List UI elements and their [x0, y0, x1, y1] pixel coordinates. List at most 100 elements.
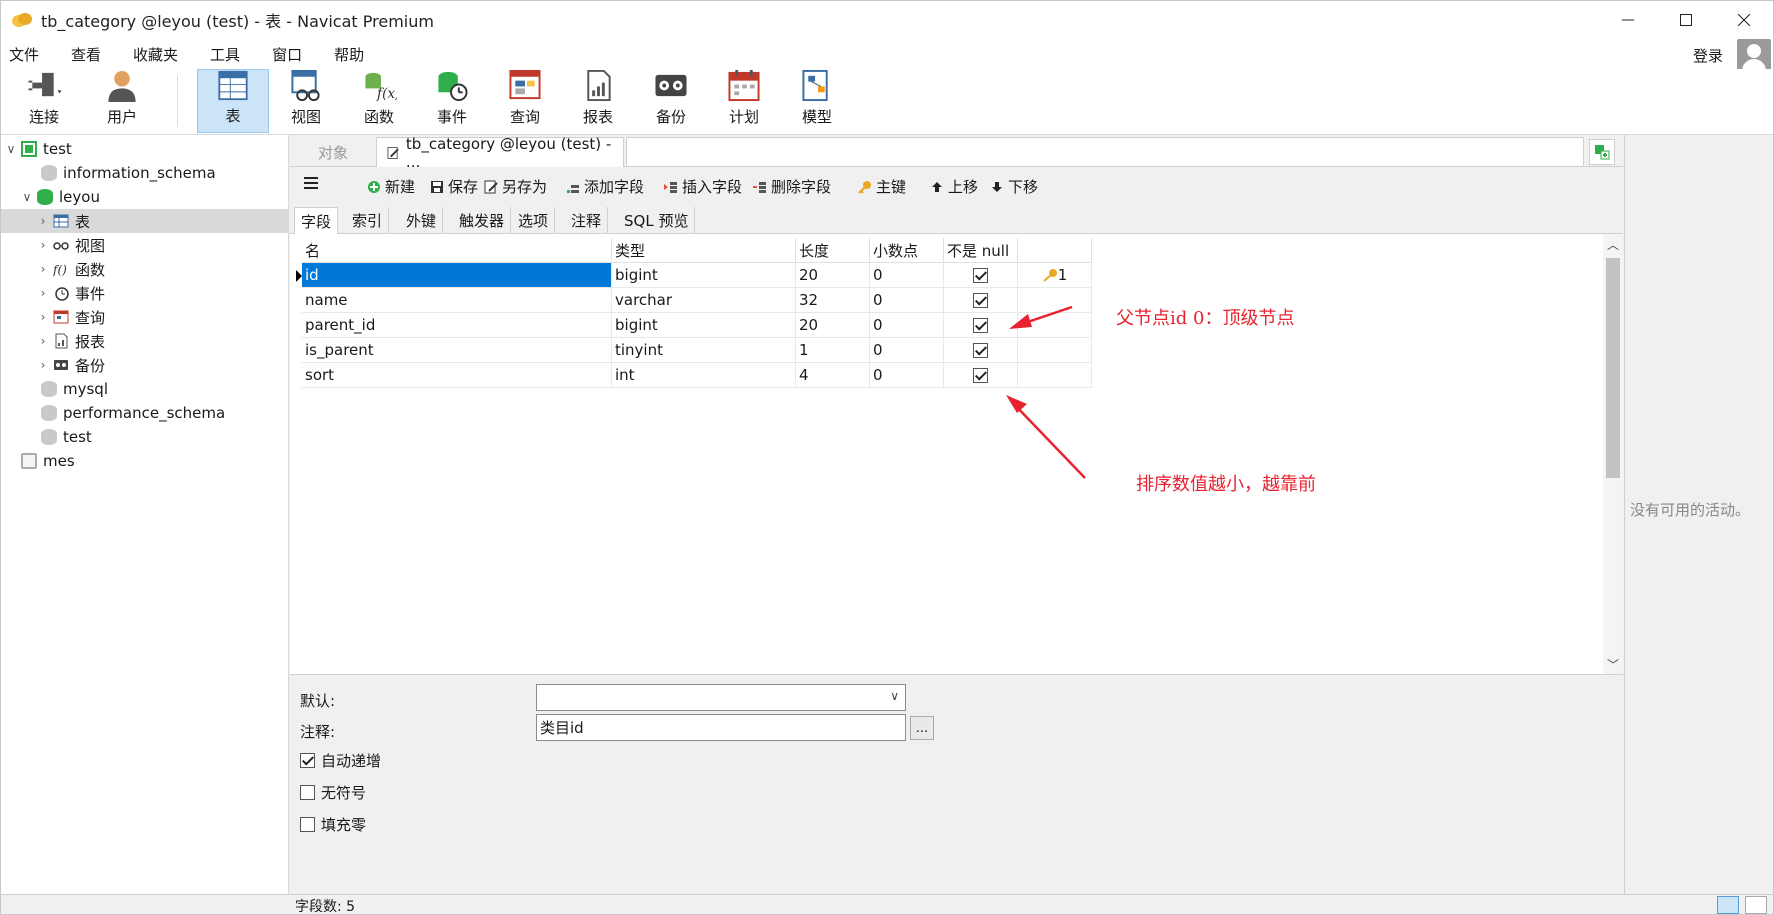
toolbar-table-label: 表	[225, 107, 241, 125]
toolbar-connect-button[interactable]: 连接	[11, 69, 77, 133]
subtab-comment[interactable]: 注释	[565, 207, 609, 234]
tree-label: 查询	[75, 308, 106, 327]
tree-db-information-schema[interactable]: information_schema	[39, 161, 216, 185]
save-as-button[interactable]: 另存为	[484, 176, 547, 197]
subtab-triggers[interactable]: 触发器	[453, 207, 512, 234]
save-icon	[431, 180, 443, 193]
tree-item-reports[interactable]: › 报表	[35, 329, 105, 353]
menu-window[interactable]: 窗口	[264, 44, 316, 65]
maximize-button[interactable]	[1657, 1, 1715, 39]
new-tab-button[interactable]	[1589, 139, 1615, 165]
layout-toggle-right-icon[interactable]	[1745, 896, 1767, 914]
tree-connection-test[interactable]: ∨ test	[3, 137, 72, 161]
chevron-right-icon[interactable]: ›	[35, 262, 51, 276]
chevron-right-icon[interactable]: ›	[35, 214, 51, 228]
chevron-down-icon[interactable]: ∨	[3, 142, 19, 156]
chevron-right-icon[interactable]: ›	[35, 310, 51, 324]
tree-item-views[interactable]: › 视图	[35, 233, 105, 257]
toolbar-view-button[interactable]: 视图	[271, 69, 341, 133]
comment-input[interactable]: 类目id	[536, 714, 906, 741]
menu-view[interactable]: 查看	[63, 44, 115, 65]
scroll-down-icon[interactable]: ﹀	[1603, 654, 1623, 674]
main-toolbar: 连接 用户 表 视图 f(x)	[1, 69, 1773, 135]
subtab-foreign-keys[interactable]: 外键	[400, 207, 444, 234]
save-button[interactable]: 保存	[430, 176, 478, 197]
annotation-arrows	[1006, 305, 1086, 479]
login-link[interactable]: 登录	[1693, 45, 1723, 66]
delete-field-button[interactable]: 删除字段	[753, 176, 831, 197]
zerofill-option[interactable]: 填充零	[300, 814, 366, 835]
scroll-up-icon[interactable]: ︿	[1603, 234, 1623, 254]
menu-file[interactable]: 文件	[1, 44, 53, 65]
chevron-right-icon[interactable]: ›	[35, 358, 51, 372]
menu-tools[interactable]: 工具	[202, 44, 254, 65]
default-value-select[interactable]: ∨	[536, 684, 906, 711]
tree-label: performance_schema	[63, 404, 226, 422]
save-as-icon	[484, 180, 498, 193]
tree-item-queries[interactable]: › 查询	[35, 305, 105, 329]
subtab-options[interactable]: 选项	[512, 207, 556, 234]
insert-field-button[interactable]: 插入字段	[664, 176, 742, 197]
auto-increment-option[interactable]: 自动递增	[300, 750, 381, 771]
chevron-right-icon[interactable]: ›	[35, 334, 51, 348]
layout-toggle-left-icon[interactable]	[1717, 896, 1739, 914]
tree-db-performance-schema[interactable]: performance_schema	[39, 401, 225, 425]
new-button[interactable]: 新建	[367, 176, 415, 197]
scroll-thumb[interactable]	[1606, 258, 1620, 478]
tree-connection-mes[interactable]: mes	[19, 449, 75, 473]
hamburger-menu-button[interactable]	[304, 176, 320, 190]
minimize-icon	[1622, 19, 1634, 21]
comment-more-button[interactable]: ...	[910, 716, 934, 740]
tree-item-tables[interactable]: › 表	[1, 209, 288, 233]
tree-item-functions[interactable]: › f() 函数	[35, 257, 105, 281]
hamburger-icon	[304, 177, 318, 189]
move-down-button[interactable]: 下移	[990, 176, 1038, 197]
tree-label: 报表	[75, 332, 106, 351]
subtab-indexes[interactable]: 索引	[346, 207, 390, 234]
annotation-sort: 排序数值越小，越靠前	[1136, 474, 1316, 495]
tree-db-mysql[interactable]: mysql	[39, 377, 108, 401]
grid-vertical-scrollbar[interactable]: ︿ ﹀	[1603, 234, 1623, 674]
toolbar-event-label: 事件	[436, 108, 467, 126]
chevron-right-icon[interactable]: ›	[35, 286, 51, 300]
toolbar-model-button[interactable]: 模型	[782, 69, 852, 133]
subtab-fields[interactable]: 字段	[294, 207, 339, 234]
primary-key-button[interactable]: 主键	[858, 176, 906, 197]
chevron-down-icon[interactable]: ∨	[890, 689, 899, 703]
unsigned-checkbox[interactable]	[300, 785, 315, 800]
toolbar-event-button[interactable]: 事件	[417, 69, 487, 133]
annotation-parent-id: 父节点id 0：顶级节点	[1116, 308, 1295, 329]
tab-table-design[interactable]: tb_category @leyou (test) - ...	[376, 135, 624, 171]
avatar[interactable]	[1737, 39, 1771, 73]
chevron-down-icon[interactable]: ∨	[19, 190, 35, 204]
toolbar-schedule-button[interactable]: 计划	[709, 69, 779, 133]
toolbar-report-button[interactable]: 报表	[563, 69, 633, 133]
tree-db-test[interactable]: test	[39, 425, 92, 449]
tree-item-backups[interactable]: › 备份	[35, 353, 105, 377]
subtab-sql-preview[interactable]: SQL 预览	[618, 207, 696, 234]
toolbar-user-button[interactable]: 用户	[87, 69, 157, 133]
backup-icon	[655, 74, 687, 97]
toolbar-backup-button[interactable]: 备份	[636, 69, 706, 133]
toolbar-table-button[interactable]: 表	[197, 69, 269, 133]
svg-text:f(x): f(x)	[376, 86, 397, 102]
tree-db-leyou[interactable]: ∨ leyou	[19, 185, 100, 209]
menu-help[interactable]: 帮助	[326, 44, 378, 65]
menu-favorites[interactable]: 收藏夹	[125, 44, 192, 65]
zerofill-checkbox[interactable]	[300, 817, 315, 832]
toolbar-function-label: 函数	[363, 108, 394, 126]
minimize-button[interactable]	[1599, 1, 1657, 39]
unsigned-option[interactable]: 无符号	[300, 782, 366, 803]
toolbar-query-button[interactable]: 查询	[490, 69, 560, 133]
move-up-button[interactable]: 上移	[930, 176, 978, 197]
tab-objects[interactable]: 对象	[290, 137, 376, 167]
default-label: 默认:	[300, 692, 336, 710]
tree-item-events[interactable]: › 事件	[35, 281, 105, 305]
add-field-button[interactable]: 添加字段	[566, 176, 644, 197]
toolbar-function-button[interactable]: f(x) 函数	[344, 69, 414, 133]
close-button[interactable]	[1715, 1, 1773, 39]
unsigned-label: 无符号	[321, 784, 367, 802]
auto-increment-checkbox[interactable]	[300, 753, 315, 768]
chevron-right-icon[interactable]: ›	[35, 238, 51, 252]
primary-key-button-label: 主键	[876, 178, 907, 196]
